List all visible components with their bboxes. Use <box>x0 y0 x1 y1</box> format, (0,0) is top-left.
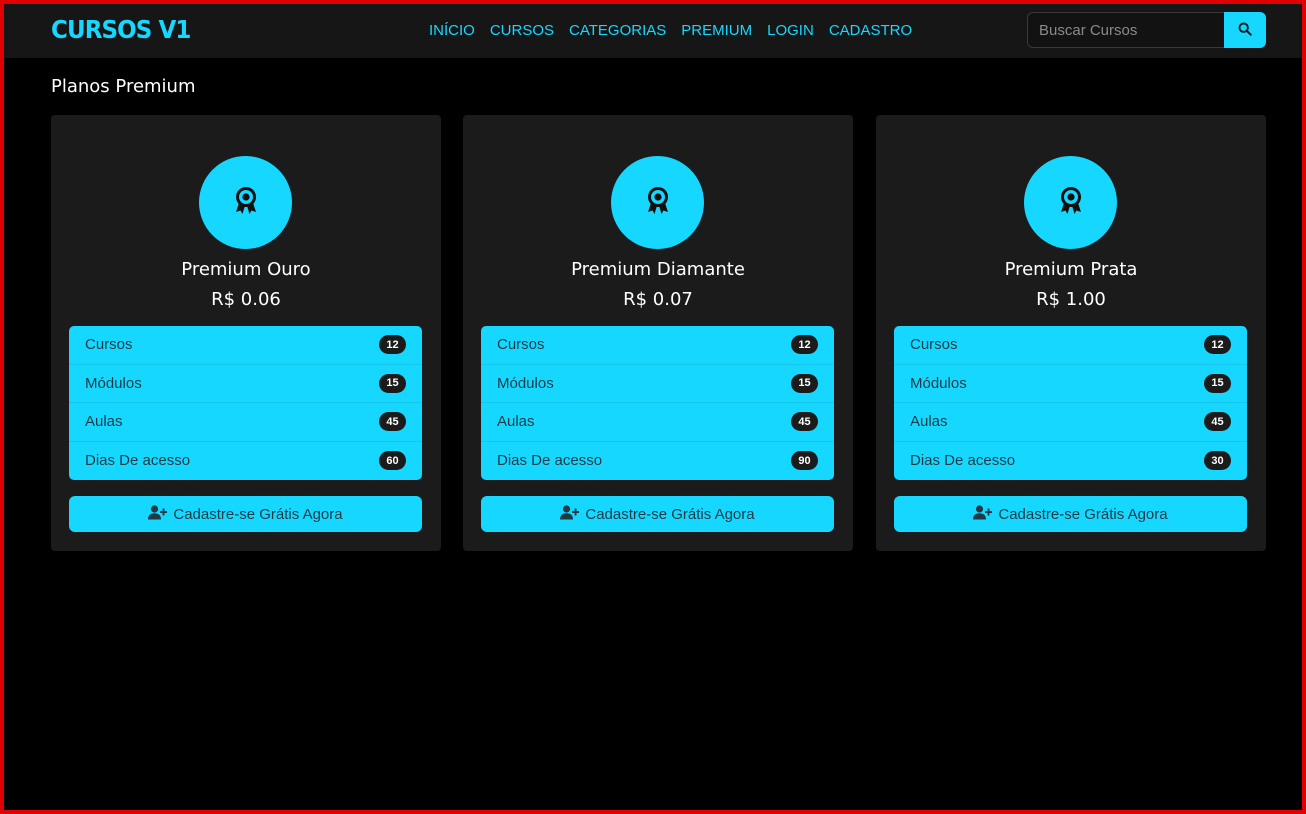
signup-button[interactable]: Cadastre-se Grátis Agora <box>894 496 1247 532</box>
feature-count-badge: 12 <box>379 335 406 355</box>
plan-price: R$ 1.00 <box>1036 289 1106 310</box>
feature-count-badge: 45 <box>791 412 818 432</box>
brand-logo[interactable]: CURSOS V1 <box>51 15 191 44</box>
search-icon <box>1238 22 1252 39</box>
feature-count-badge: 45 <box>1204 412 1231 432</box>
feature-count-badge: 15 <box>1204 373 1231 393</box>
signup-button-label: Cadastre-se Grátis Agora <box>173 505 343 523</box>
award-icon <box>233 186 259 220</box>
plan-badge <box>611 156 704 249</box>
feature-count-badge: 15 <box>379 373 406 393</box>
feature-count-badge: 45 <box>379 412 406 432</box>
plan-card-prata: Premium Prata R$ 1.00 Cursos 12 Módulos … <box>876 115 1266 551</box>
feature-label: Módulos <box>910 374 967 392</box>
feature-row-aulas: Aulas 45 <box>481 403 834 442</box>
feature-label: Módulos <box>85 374 142 392</box>
feature-label: Cursos <box>910 336 958 354</box>
feature-count-badge: 12 <box>1204 335 1231 355</box>
feature-label: Cursos <box>497 336 545 354</box>
feature-count-badge: 90 <box>791 451 818 471</box>
feature-row-cursos: Cursos 12 <box>481 326 834 365</box>
plan-name: Premium Prata <box>1004 259 1138 280</box>
plan-card-diamante: Premium Diamante R$ 0.07 Cursos 12 Módul… <box>463 115 853 551</box>
user-plus-icon <box>973 504 993 524</box>
signup-button-label: Cadastre-se Grátis Agora <box>998 505 1168 523</box>
feature-label: Cursos <box>85 336 133 354</box>
search-form <box>1027 12 1266 48</box>
feature-label: Aulas <box>497 413 535 431</box>
plan-card-ouro: Premium Ouro R$ 0.06 Cursos 12 Módulos 1… <box>51 115 441 551</box>
user-plus-icon <box>560 504 580 524</box>
user-plus-icon <box>148 504 168 524</box>
plan-badge <box>1024 156 1117 249</box>
feature-label: Aulas <box>85 413 123 431</box>
page-title: Planos Premium <box>51 76 196 97</box>
feature-count-badge: 15 <box>791 373 818 393</box>
navbar: CURSOS V1 INÍCIO CURSOS CATEGORIAS PREMI… <box>4 4 1302 58</box>
signup-button[interactable]: Cadastre-se Grátis Agora <box>69 496 422 532</box>
plan-name: Premium Ouro <box>181 259 311 280</box>
feature-label: Dias De acesso <box>497 452 603 470</box>
plan-badge <box>199 156 292 249</box>
nav-links: INÍCIO CURSOS CATEGORIAS PREMIUM LOGIN C… <box>429 22 927 39</box>
feature-row-dias: Dias De acesso 60 <box>69 442 422 481</box>
feature-label: Módulos <box>497 374 554 392</box>
feature-count-badge: 30 <box>1204 451 1231 471</box>
feature-count-badge: 12 <box>791 335 818 355</box>
plan-features-list: Cursos 12 Módulos 15 Aulas 45 Dias De ac… <box>481 326 834 480</box>
plan-features-list: Cursos 12 Módulos 15 Aulas 45 Dias De ac… <box>69 326 422 480</box>
nav-link-premium[interactable]: PREMIUM <box>681 22 752 39</box>
nav-link-login[interactable]: LOGIN <box>767 22 814 39</box>
feature-count-badge: 60 <box>379 451 406 471</box>
feature-label: Dias De acesso <box>910 452 1016 470</box>
search-button[interactable] <box>1224 12 1266 48</box>
plan-name: Premium Diamante <box>571 259 745 280</box>
signup-button-label: Cadastre-se Grátis Agora <box>585 505 755 523</box>
feature-row-aulas: Aulas 45 <box>69 403 422 442</box>
feature-label: Dias De acesso <box>85 452 191 470</box>
plan-price: R$ 0.07 <box>623 289 693 310</box>
award-icon <box>645 186 671 220</box>
nav-link-categorias[interactable]: CATEGORIAS <box>569 22 666 39</box>
signup-button[interactable]: Cadastre-se Grátis Agora <box>481 496 834 532</box>
feature-row-modulos: Módulos 15 <box>69 365 422 403</box>
nav-link-cadastro[interactable]: CADASTRO <box>829 22 912 39</box>
feature-row-modulos: Módulos 15 <box>481 365 834 403</box>
nav-link-cursos[interactable]: CURSOS <box>490 22 554 39</box>
plan-price: R$ 0.06 <box>211 289 281 310</box>
nav-link-inicio[interactable]: INÍCIO <box>429 22 475 39</box>
feature-label: Aulas <box>910 413 948 431</box>
search-input[interactable] <box>1027 12 1224 48</box>
award-icon <box>1058 186 1084 220</box>
plan-features-list: Cursos 12 Módulos 15 Aulas 45 Dias De ac… <box>894 326 1247 480</box>
feature-row-dias: Dias De acesso 90 <box>481 442 834 481</box>
feature-row-aulas: Aulas 45 <box>894 403 1247 442</box>
feature-row-cursos: Cursos 12 <box>69 326 422 365</box>
feature-row-dias: Dias De acesso 30 <box>894 442 1247 481</box>
feature-row-modulos: Módulos 15 <box>894 365 1247 403</box>
feature-row-cursos: Cursos 12 <box>894 326 1247 365</box>
